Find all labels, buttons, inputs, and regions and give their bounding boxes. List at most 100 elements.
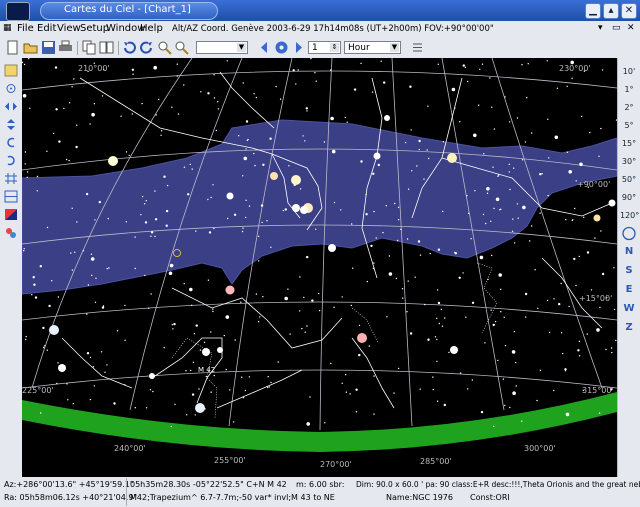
redo-icon[interactable] xyxy=(139,40,154,55)
eq-grid-icon[interactable] xyxy=(4,190,18,203)
star xyxy=(416,165,418,167)
grid-icon[interactable] xyxy=(4,172,18,185)
menu-help[interactable]: Help xyxy=(140,23,163,34)
center-icon[interactable] xyxy=(4,82,18,95)
star xyxy=(289,333,291,335)
star xyxy=(22,94,27,98)
child-close-icon[interactable]: ✕ xyxy=(627,23,635,33)
star xyxy=(89,356,92,359)
flip-horizontal-icon[interactable] xyxy=(4,100,18,113)
star xyxy=(565,218,567,221)
star xyxy=(39,265,42,268)
star xyxy=(380,60,382,62)
star xyxy=(213,74,215,76)
star xyxy=(493,425,495,427)
star xyxy=(373,413,375,415)
star xyxy=(170,425,172,428)
zoom-in-icon[interactable] xyxy=(157,40,172,55)
star xyxy=(242,397,245,399)
fov-button-30deg[interactable]: 30° xyxy=(620,154,638,169)
fov-button-1deg[interactable]: 1° xyxy=(620,82,638,97)
direction-south-button[interactable]: S xyxy=(620,263,638,278)
star xyxy=(183,283,185,285)
fov-button-15deg[interactable]: 15° xyxy=(620,136,638,151)
doc-icon[interactable]: ▦ xyxy=(3,23,12,33)
star xyxy=(436,400,439,402)
object-label-m42: M 42 xyxy=(198,366,216,374)
star xyxy=(31,294,33,296)
zenith-button[interactable]: Z xyxy=(620,320,638,335)
direction-west-button[interactable]: W xyxy=(620,301,638,316)
projection-select[interactable]: ▼ xyxy=(196,41,248,54)
star xyxy=(436,338,438,341)
menu-view[interactable]: View xyxy=(57,23,81,34)
settings-icon[interactable] xyxy=(4,226,18,239)
sky-chart-canvas[interactable] xyxy=(22,58,617,477)
star xyxy=(397,206,400,208)
full-sky-icon[interactable] xyxy=(620,226,638,241)
fov-button-50deg[interactable]: 50° xyxy=(620,172,638,187)
star xyxy=(375,237,377,239)
rotate-right-icon[interactable] xyxy=(4,154,18,167)
copy-icon[interactable] xyxy=(82,40,97,55)
app-menu-icon[interactable] xyxy=(6,2,30,21)
star xyxy=(388,255,391,257)
star xyxy=(417,240,421,243)
star xyxy=(459,372,462,374)
menu-edit[interactable]: Edit xyxy=(37,23,56,34)
print-icon[interactable] xyxy=(58,40,73,55)
tile-icon[interactable] xyxy=(99,40,114,55)
star xyxy=(165,209,169,213)
star xyxy=(25,338,27,341)
sky-chart[interactable]: 210°00' 230°00' +90°00' +15°00' 225°00' … xyxy=(22,58,617,477)
star xyxy=(396,239,399,242)
flip-vertical-icon[interactable] xyxy=(4,118,18,131)
star xyxy=(586,333,588,335)
star xyxy=(383,81,386,84)
fov-button-120deg[interactable]: 120° xyxy=(620,208,639,223)
menu-file[interactable]: File xyxy=(17,23,34,34)
new-icon[interactable] xyxy=(5,40,20,55)
star xyxy=(44,345,46,347)
zoom-out-icon[interactable] xyxy=(174,40,189,55)
star xyxy=(310,58,312,60)
star xyxy=(344,116,346,119)
azimuth-label-285: 285°00' xyxy=(420,457,452,466)
star xyxy=(498,273,503,277)
child-minimize-icon[interactable]: ▾ xyxy=(598,23,603,33)
star xyxy=(513,242,516,244)
time-back-icon[interactable] xyxy=(257,40,272,55)
fov-button-90deg[interactable]: 90° xyxy=(620,190,638,205)
time-unit-select[interactable]: Hour ▼ xyxy=(344,41,401,54)
maximize-icon[interactable]: ▴ xyxy=(603,3,619,19)
milky-way-band xyxy=(22,119,617,295)
star xyxy=(600,127,602,130)
time-step-input[interactable]: 1 ⇕ xyxy=(308,41,341,54)
star xyxy=(565,412,570,417)
fov-button-10min[interactable]: 10' xyxy=(620,64,638,79)
close-icon[interactable]: ✕ xyxy=(621,3,637,19)
direction-north-button[interactable]: N xyxy=(620,244,638,259)
star xyxy=(454,252,457,255)
menu-setup[interactable]: Setup xyxy=(80,23,109,34)
star xyxy=(233,421,235,423)
fov-button-2deg[interactable]: 2° xyxy=(620,100,638,115)
fov-button-5deg[interactable]: 5° xyxy=(620,118,638,133)
time-now-icon[interactable] xyxy=(274,40,289,55)
star xyxy=(471,379,473,381)
save-icon[interactable] xyxy=(41,40,56,55)
edit-chart-icon[interactable] xyxy=(4,64,18,77)
star xyxy=(419,388,421,390)
star xyxy=(365,193,367,196)
rotate-left-icon[interactable] xyxy=(4,136,18,149)
child-restore-icon[interactable]: ▭ xyxy=(612,23,621,33)
color-icon[interactable] xyxy=(4,208,18,221)
list-icon[interactable] xyxy=(410,40,425,55)
undo-icon[interactable] xyxy=(122,40,137,55)
spinner-icon[interactable]: ⇕ xyxy=(330,43,339,52)
minimize-icon[interactable]: ▁ xyxy=(585,3,601,19)
open-icon[interactable] xyxy=(23,40,38,55)
star xyxy=(48,304,51,308)
direction-east-button[interactable]: E xyxy=(620,282,638,297)
time-forward-icon[interactable] xyxy=(291,40,306,55)
